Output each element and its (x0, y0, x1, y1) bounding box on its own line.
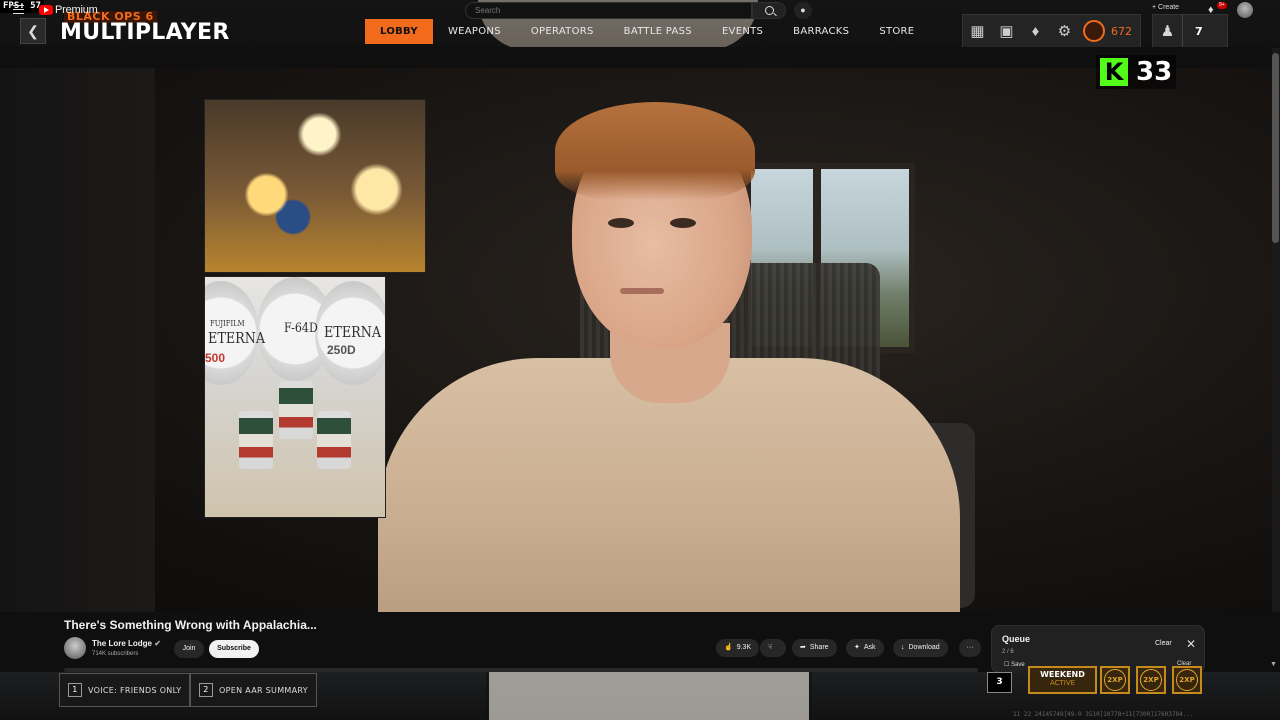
double-xp-token[interactable]: 2XP (1136, 666, 1166, 694)
notification-badge: 9+ (1217, 2, 1227, 9)
sparkle-icon: ✦ (854, 644, 860, 651)
inset-photo-studio-lights (204, 99, 426, 273)
film-roll (239, 411, 273, 469)
hamburger-menu-icon[interactable] (13, 5, 24, 14)
double-xp-token[interactable]: 2XP (1100, 666, 1130, 694)
event-status: ACTIVE (1049, 679, 1076, 687)
download-icon: ↓ (901, 644, 905, 651)
channel-name[interactable]: The Lore Lodge ✔ (92, 639, 161, 648)
inset-photo-film-cans: FUJIFILM ETERNA 500 F-64D ETERNA 250D (204, 276, 386, 518)
queue-clear-button[interactable]: Clear (1155, 640, 1172, 647)
kick-viewer-widget: K 33 (1096, 55, 1177, 89)
game-logo-title: MULTIPLAYER (60, 20, 230, 45)
screen: FUJIFILM ETERNA 500 F-64D ETERNA 250D FP… (0, 0, 1280, 720)
nav-tab-battle-pass[interactable]: BATTLE PASS (609, 19, 707, 44)
gear-icon[interactable]: ⚙ (1050, 14, 1079, 48)
key-2: 2 (199, 683, 213, 697)
nav-tab-weapons[interactable]: WEAPONS (433, 19, 516, 44)
film-roll (317, 411, 351, 469)
presenter-hair (555, 102, 755, 200)
microphone-icon[interactable]: ● (794, 2, 812, 19)
verified-icon: ✔ (154, 639, 161, 648)
bookmark-icon: ☐ (1004, 662, 1010, 668)
youtube-logo-icon[interactable] (39, 5, 53, 15)
voice-setting-hint[interactable]: 1 VOICE: FRIENDS ONLY (59, 673, 191, 707)
event-title: WEEKEND (1040, 670, 1085, 679)
back-button[interactable]: ❮ (20, 18, 46, 44)
video-player[interactable] (0, 68, 1280, 612)
bell-icon[interactable]: ♦ (1021, 14, 1050, 48)
game-main-nav: LOBBY WEAPONS OPERATORS BATTLE PASS EVEN… (365, 19, 929, 44)
xp-token-icon: 2XP (1104, 669, 1126, 691)
game-utility-bar: ▦ ▣ ♦ ⚙ 672 (962, 14, 1141, 48)
thumbs-up-icon: ☝ (724, 644, 733, 651)
party-count: 7 (1195, 24, 1203, 38)
xp-token-icon: 2XP (1176, 669, 1198, 691)
queue-title: Queue (1002, 634, 1031, 644)
chevron-down-icon[interactable]: ▼ (1270, 661, 1277, 668)
nav-tab-lobby[interactable]: LOBBY (365, 19, 433, 44)
film-can-code: 250D (327, 343, 356, 357)
presenter-mouth (620, 288, 664, 294)
channel-avatar[interactable] (64, 637, 86, 659)
video-backdrop (0, 68, 155, 612)
film-can-label: ETERNA (208, 329, 266, 347)
key-3[interactable]: 3 (987, 672, 1012, 693)
film-can-label: ETERNA (324, 323, 382, 341)
queue-save-button[interactable]: ☐ Save (1004, 661, 1025, 668)
create-button[interactable]: + Create (1152, 4, 1179, 11)
kick-logo-icon: K (1100, 58, 1128, 86)
download-button[interactable]: ↓ Download (893, 639, 948, 657)
nav-tab-operators[interactable]: OPERATORS (516, 19, 609, 44)
queue-count: 2 / 6 (1002, 649, 1014, 655)
subscriber-count: 714K subscribers (92, 651, 139, 657)
cod-points[interactable]: 672 (1079, 20, 1140, 42)
thumbs-down-icon: ☟ (768, 644, 773, 651)
weekend-event-badge[interactable]: WEEKEND ACTIVE (1028, 666, 1097, 694)
notifications-icon[interactable]: ♦ (1208, 4, 1214, 16)
dislike-button[interactable]: ☟ (760, 639, 786, 657)
presenter-eye (670, 218, 696, 228)
search-button[interactable] (752, 2, 786, 19)
close-icon[interactable]: ✕ (1186, 637, 1196, 651)
account-avatar[interactable] (1237, 2, 1253, 18)
youtube-brand[interactable]: Premium (55, 4, 98, 16)
more-actions-button[interactable]: ··· (959, 639, 981, 657)
like-button[interactable]: ☝ 9.3K (716, 639, 760, 657)
chevron-left-icon: ❮ (27, 23, 39, 39)
debug-readout: 11 22 24145749[49-0 3510]10778+11[7300]1… (1013, 711, 1194, 718)
share-button[interactable]: ➦ Share (792, 639, 837, 657)
aar-summary-label: OPEN AAR SUMMARY (219, 685, 308, 695)
join-button[interactable]: Join (174, 640, 204, 658)
film-brand: FUJIFILM (210, 319, 245, 328)
cod-points-icon (1083, 20, 1105, 42)
bottom-banner-art (486, 672, 812, 720)
video-title: There's Something Wrong with Appalachia.… (64, 618, 317, 632)
party-button[interactable]: ♟ 7 (1152, 14, 1228, 48)
key-1: 1 (68, 683, 82, 697)
xp-token-icon: 2XP (1140, 669, 1162, 691)
ticket-icon[interactable]: ▣ (992, 14, 1021, 48)
nav-tab-store[interactable]: STORE (864, 19, 929, 44)
ask-button[interactable]: ✦ Ask (846, 639, 884, 657)
share-icon: ➦ (800, 644, 806, 651)
nav-tab-events[interactable]: EVENTS (707, 19, 778, 44)
party-members-icon: ♟ (1153, 14, 1183, 48)
aar-summary-hint[interactable]: 2 OPEN AAR SUMMARY (190, 673, 317, 707)
film-can-label: F-64D (283, 321, 318, 336)
nav-tab-barracks[interactable]: BARRACKS (778, 19, 864, 44)
grid-menu-icon[interactable]: ▦ (963, 14, 992, 48)
search-input[interactable]: Search (465, 2, 752, 19)
youtube-header (0, 47, 1280, 68)
film-can-code: 500 (205, 351, 226, 365)
subscribe-button[interactable]: Subscribe (209, 640, 259, 658)
kick-viewer-count: 33 (1136, 57, 1173, 87)
film-roll (279, 381, 313, 439)
voice-setting-label: VOICE: FRIENDS ONLY (88, 685, 182, 695)
scrollbar-thumb[interactable] (1272, 53, 1279, 243)
cod-points-amount: 672 (1111, 24, 1132, 38)
presenter-eye (608, 218, 634, 228)
double-xp-token[interactable]: 2XP (1172, 666, 1202, 694)
